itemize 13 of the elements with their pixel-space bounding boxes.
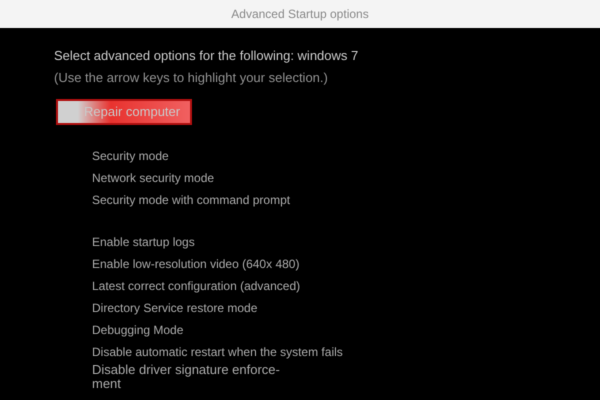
menu-option[interactable]: Enable startup logs [92,231,195,253]
menu-option[interactable]: Disable automatic restart when the system fails [92,341,343,363]
menu-option[interactable]: Disable driver signature enforce-ment [92,363,292,391]
menu-option[interactable]: Enable low-resolution video (640x 480) [92,253,300,275]
menu-option[interactable]: Security mode [92,145,169,167]
menu-option[interactable]: Latest correct configuration (advanced) [92,275,300,297]
menu-option[interactable]: Security mode with command prompt [92,189,290,211]
heading: Select advanced options for the following: windows 7 [54,47,360,65]
window-title: Advanced Startup options [231,7,369,21]
menu-option[interactable]: Directory Service restore mode [92,297,258,319]
menu-option[interactable]: Network security mode [92,167,214,189]
hint-text: (Use the arrow keys to highlight your selection.) [54,69,329,87]
menu-option[interactable]: Debugging Mode [92,319,184,341]
